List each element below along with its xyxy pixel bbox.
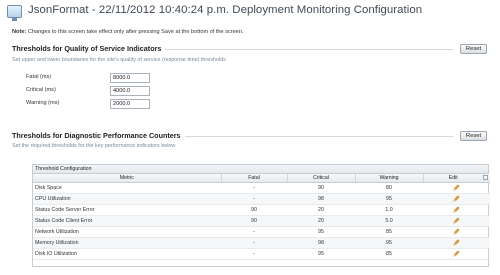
critical-cell: 98 [287,237,355,249]
warning-cell: 85 [355,248,423,260]
warning-cell: 85 [355,226,423,238]
metric-cell: Status Code Server Error [33,204,221,216]
qos-section-title: Thresholds for Quality of Service Indica… [12,44,166,53]
diag-section-title: Thresholds for Diagnostic Performance Co… [12,131,185,140]
edit-cell [423,182,490,194]
warning-ms-input[interactable] [110,99,150,109]
fatal-cell: 90 [221,215,287,227]
fatal-ms-label: Fatal (ms) [26,74,52,80]
fatal-cell: - [221,248,287,260]
critical-cell: 90 [287,182,355,194]
qos-description: Set upper and lower boundaries for the s… [12,57,226,63]
warning-cell: 95 [355,193,423,205]
table-row: Disk Space - 90 80 [33,182,490,194]
qos-warning-row: Warning (ms) [26,99,226,109]
critical-cell: 95 [287,226,355,238]
fatal-ms-input[interactable] [110,73,150,83]
warning-cell: 95 [355,237,423,249]
qos-reset-button[interactable]: Reset [460,44,487,54]
col-edit-label: Edit [448,175,458,181]
fatal-cell: - [221,193,287,205]
table-row: Status Code Client Error 90 20 5.0 [33,215,490,227]
critical-ms-input[interactable] [110,86,150,96]
col-critical[interactable]: Critical [287,174,356,183]
metric-cell: Disk Space [33,182,221,194]
metric-cell: Network Utilization [33,226,221,238]
warning-cell: 5.0 [355,215,423,227]
pencil-icon[interactable] [453,206,460,213]
metric-cell: Status Code Client Error [33,215,221,227]
col-warning[interactable]: Warning [355,174,424,183]
fatal-cell: - [221,237,287,249]
table-caption: Threshold Configuration [33,165,488,174]
pencil-icon[interactable] [453,239,460,246]
edit-cell [423,204,490,216]
warning-cell: 80 [355,182,423,194]
fatal-cell: 90 [221,204,287,216]
edit-cell [423,193,490,205]
edit-cell [423,226,490,238]
critical-cell: 20 [287,215,355,227]
table-row: CPU Utilization - 98 95 [33,193,490,205]
diag-description: Set the required thresholds for the key … [12,143,176,149]
col-fatal[interactable]: Fatal [221,174,288,183]
pencil-icon[interactable] [453,184,460,191]
metric-cell: CPU Utilization [33,193,221,205]
note-label: Note: [12,29,27,35]
metric-cell: Memory Utilization [33,237,221,249]
fatal-cell: - [221,182,287,194]
note-text: Note: Changes to this screen take effect… [12,29,244,35]
edit-cell [423,215,490,227]
table-row: Network Utilization - 95 85 [33,226,490,238]
qos-fatal-row: Fatal (ms) [26,73,226,83]
col-edit[interactable]: Edit [423,174,490,183]
pencil-icon[interactable] [453,195,460,202]
critical-ms-label: Critical (ms) [26,87,56,93]
fatal-cell: - [221,226,287,238]
page-header: JsonFormat - 22/11/2012 10:40:24 p.m. De… [5,3,495,23]
critical-cell: 95 [287,248,355,260]
metric-cell: Disk IO Utilization [33,248,221,260]
pencil-icon[interactable] [453,250,460,257]
note-message: Changes to this screen take effect only … [27,29,244,35]
page-title: JsonFormat - 22/11/2012 10:40:24 p.m. De… [28,4,423,16]
critical-cell: 20 [287,204,355,216]
threshold-table-panel: Threshold Configuration Metric Fatal Cri… [32,164,490,267]
warning-cell: 1.0 [355,204,423,216]
table-row: Memory Utilization - 98 95 [33,237,490,249]
threshold-table: Metric Fatal Critical Warning Edit Disk … [33,174,490,260]
table-row: Status Code Server Error 90 20 1.0 [33,204,490,216]
qos-critical-row: Critical (ms) [26,86,226,96]
diag-reset-button[interactable]: Reset [460,131,487,141]
col-metric[interactable]: Metric [33,174,222,183]
pencil-icon[interactable] [453,217,460,224]
table-header-row: Metric Fatal Critical Warning Edit [33,174,490,183]
critical-cell: 98 [287,193,355,205]
monitor-icon [7,5,22,21]
pencil-icon[interactable] [453,228,460,235]
warning-ms-label: Warning (ms) [26,100,60,106]
edit-cell [423,237,490,249]
edit-cell [423,248,490,260]
column-menu-icon[interactable] [483,175,488,180]
table-row: Disk IO Utilization - 95 85 [33,248,490,260]
